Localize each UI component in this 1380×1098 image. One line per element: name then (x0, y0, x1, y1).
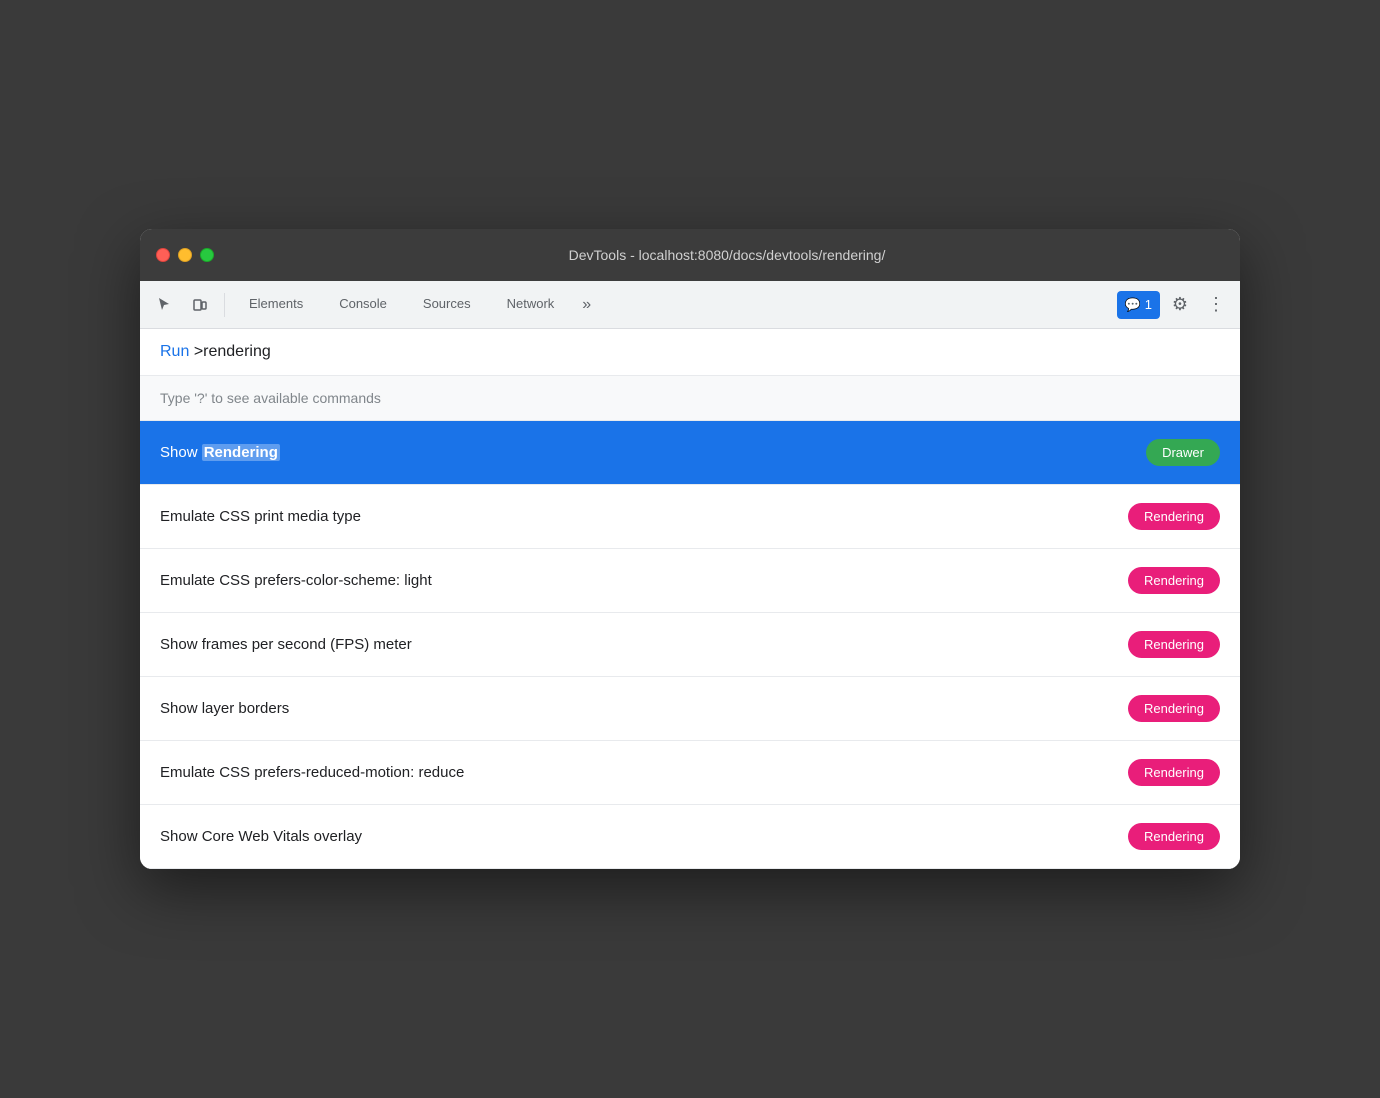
hint-bar: Type '?' to see available commands (140, 376, 1240, 421)
device-toggle-button[interactable] (184, 289, 216, 321)
list-item[interactable]: Show frames per second (FPS) meter Rende… (140, 613, 1240, 677)
list-item[interactable]: Emulate CSS prefers-reduced-motion: redu… (140, 741, 1240, 805)
devtools-toolbar: Elements Console Sources Network » 💬 1 ⚙… (140, 281, 1240, 329)
tab-sources[interactable]: Sources (407, 281, 487, 329)
inspect-element-button[interactable] (148, 289, 180, 321)
devtools-window: DevTools - localhost:8080/docs/devtools/… (140, 229, 1240, 869)
result-text: Emulate CSS print media type (160, 508, 361, 525)
device-icon (192, 297, 208, 313)
traffic-lights (156, 248, 214, 262)
tab-network[interactable]: Network (491, 281, 571, 329)
cursor-icon (156, 297, 172, 313)
tag-rendering-badge[interactable]: Rendering (1128, 567, 1220, 594)
titlebar: DevTools - localhost:8080/docs/devtools/… (140, 229, 1240, 281)
tag-rendering-badge[interactable]: Rendering (1128, 759, 1220, 786)
result-text: Show frames per second (FPS) meter (160, 636, 412, 653)
results-list: Show Rendering Drawer Emulate CSS print … (140, 421, 1240, 869)
window-title: DevTools - localhost:8080/docs/devtools/… (230, 247, 1224, 263)
run-label: Run (160, 343, 189, 361)
tab-elements[interactable]: Elements (233, 281, 319, 329)
run-bar: Run >rendering (140, 329, 1240, 376)
list-item[interactable]: Show layer borders Rendering (140, 677, 1240, 741)
result-text: Emulate CSS prefers-color-scheme: light (160, 572, 432, 589)
minimize-button[interactable] (178, 248, 192, 262)
result-text: Emulate CSS prefers-reduced-motion: redu… (160, 764, 464, 781)
list-item[interactable]: Emulate CSS prefers-color-scheme: light … (140, 549, 1240, 613)
result-text: Show Rendering (160, 444, 280, 461)
result-text: Show layer borders (160, 700, 289, 717)
tag-drawer-badge[interactable]: Drawer (1146, 439, 1220, 466)
tag-rendering-badge[interactable]: Rendering (1128, 631, 1220, 658)
tag-rendering-badge[interactable]: Rendering (1128, 823, 1220, 850)
list-item[interactable]: Show Core Web Vitals overlay Rendering (140, 805, 1240, 869)
maximize-button[interactable] (200, 248, 214, 262)
tag-rendering-badge[interactable]: Rendering (1128, 695, 1220, 722)
feedback-icon: 💬 (1125, 297, 1141, 313)
result-text: Show Core Web Vitals overlay (160, 828, 362, 845)
toolbar-divider (224, 293, 225, 317)
more-options-button[interactable]: ⋮ (1200, 289, 1232, 321)
more-tabs-button[interactable]: » (574, 281, 599, 329)
tab-console[interactable]: Console (323, 281, 403, 329)
feedback-badge-button[interactable]: 💬 1 (1117, 291, 1160, 319)
close-button[interactable] (156, 248, 170, 262)
list-item[interactable]: Show Rendering Drawer (140, 421, 1240, 485)
settings-button[interactable]: ⚙ (1164, 289, 1196, 321)
hint-text: Type '?' to see available commands (160, 390, 381, 406)
list-item[interactable]: Emulate CSS print media type Rendering (140, 485, 1240, 549)
toolbar-right: 💬 1 ⚙ ⋮ (1117, 289, 1232, 321)
run-command: >rendering (189, 343, 270, 361)
tag-rendering-badge[interactable]: Rendering (1128, 503, 1220, 530)
main-content: Run >rendering Type '?' to see available… (140, 329, 1240, 869)
